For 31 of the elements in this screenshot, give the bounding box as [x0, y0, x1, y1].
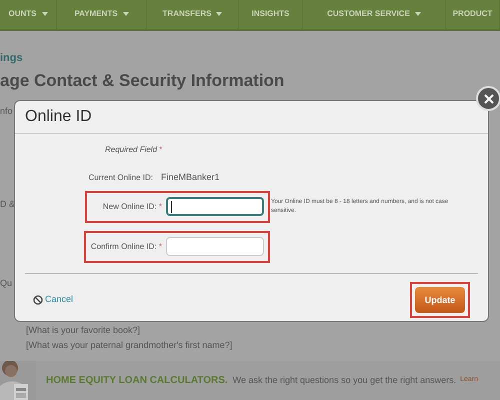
- nav-item[interactable]: OUNTS: [0, 0, 57, 29]
- banner-text: We ask the right questions so you get the right answers.: [232, 374, 456, 387]
- current-id-value: FineMBanker1: [161, 171, 220, 184]
- field-label: New Online ID: *: [102, 200, 162, 212]
- dialog-title: Online ID: [25, 109, 93, 125]
- text-cursor: [171, 200, 172, 212]
- cancel-icon: [33, 294, 43, 305]
- nav-item[interactable]: PRODUCT: [446, 0, 500, 29]
- caret-icon: [216, 12, 222, 16]
- close-icon: [482, 92, 494, 104]
- input-field[interactable]: [166, 197, 264, 216]
- banner-title: HOME EQUITY LOAN CALCULATORS.: [46, 374, 228, 388]
- required-note: Required Field *: [105, 144, 162, 156]
- field-label: Confirm Online ID: *: [90, 240, 162, 252]
- cancel-link[interactable]: Cancel: [33, 293, 74, 307]
- update-button[interactable]: Update: [415, 287, 465, 314]
- page-heading: age Contact & Security Information: [0, 72, 286, 89]
- close-button[interactable]: [476, 86, 500, 111]
- page-text: Qu: [0, 278, 12, 288]
- caret-icon: [42, 12, 48, 16]
- security-question: [What was your paternal grandmother's first name?]: [26, 338, 234, 351]
- breadcrumb-link[interactable]: ings: [0, 52, 500, 64]
- nav-item[interactable]: PAYMENTS: [57, 0, 147, 29]
- page-text: nfo: [0, 106, 13, 116]
- caret-icon: [414, 12, 421, 16]
- nav-item[interactable]: CUSTOMER SERVICE: [303, 0, 446, 29]
- nav-item[interactable]: INSIGHTS: [239, 0, 303, 29]
- security-question: [What is your favorite book?]: [26, 324, 142, 336]
- caret-icon: [122, 12, 129, 16]
- nav-item[interactable]: TRANSFERS: [147, 0, 239, 29]
- field-label: Current Online ID:: [88, 172, 153, 184]
